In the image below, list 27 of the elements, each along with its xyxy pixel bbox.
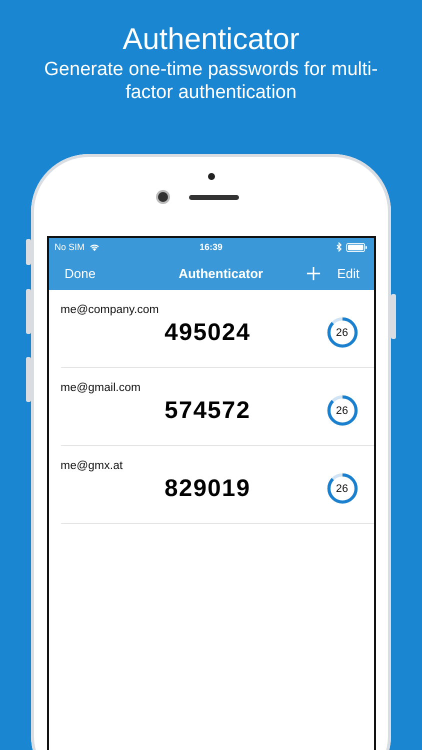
sensor-dot — [208, 173, 214, 180]
headline-subtitle: Generate one-time passwords for multi-factor authentication — [43, 58, 379, 104]
account-name: me@company.com — [60, 304, 160, 316]
passcode: 829019 — [164, 474, 251, 502]
add-icon[interactable] — [306, 266, 322, 280]
carrier-label: No SIM — [54, 242, 85, 252]
countdown-ring — [326, 317, 358, 348]
passcode: 495024 — [164, 318, 251, 346]
account-name: me@gmx.at — [60, 460, 124, 472]
camera-dot — [158, 192, 168, 202]
seconds-left: 26 — [336, 404, 348, 416]
clock: 16:39 — [199, 242, 223, 252]
account-row[interactable]: me@gmail.com 574572 26 — [60, 368, 374, 446]
account-name: me@gmail.com — [60, 382, 142, 394]
account-row[interactable]: me@gmx.at 829019 26 — [60, 446, 374, 524]
countdown-ring — [326, 395, 358, 426]
battery-icon — [346, 242, 368, 252]
nav-title: Authenticator — [178, 266, 264, 280]
headline-title: Authenticator — [122, 22, 300, 58]
bluetooth-icon — [336, 242, 342, 252]
account-row[interactable]: me@company.com 495024 26 — [60, 290, 374, 368]
seconds-left: 26 — [336, 482, 348, 494]
wifi-icon — [88, 242, 100, 252]
speaker-grille — [188, 194, 238, 200]
seconds-left: 26 — [336, 326, 348, 338]
passcode: 574572 — [164, 396, 251, 424]
countdown-ring — [326, 473, 358, 504]
